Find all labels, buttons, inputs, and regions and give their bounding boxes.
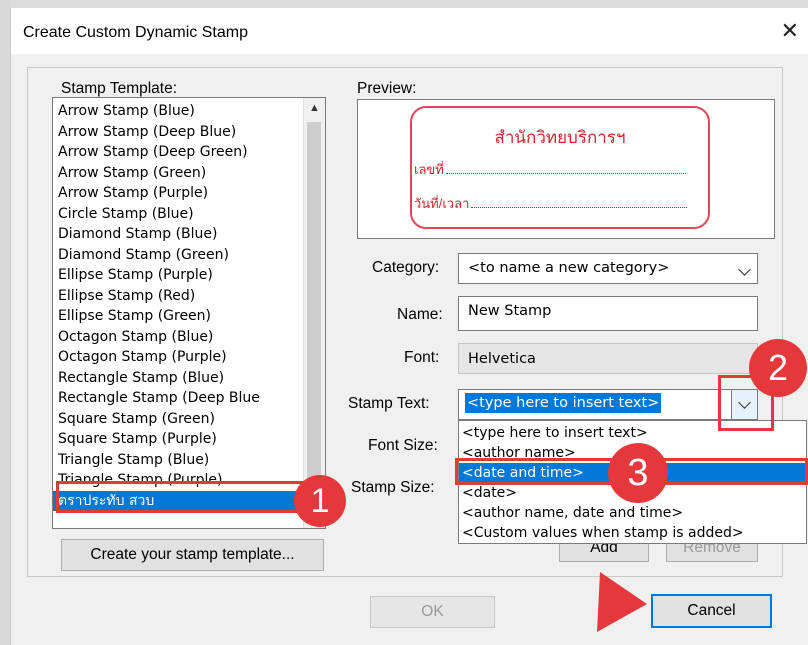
- font-label: Font:: [404, 349, 440, 366]
- stamp-template-item[interactable]: Triangle Stamp (Blue): [53, 450, 301, 471]
- stamp-preview: สำนักวิทยบริการฯ เลขที่ วันที่/เวลา: [357, 99, 775, 239]
- font-select[interactable]: Helvetica: [458, 343, 758, 374]
- stamp-line-datetime: วันที่/เวลา: [414, 193, 688, 214]
- stamp-size-label: Stamp Size:: [351, 479, 435, 496]
- stamp-text-combobox[interactable]: <type here to insert text>: [458, 389, 758, 420]
- stamp-text-option[interactable]: <author name, date and time>: [459, 503, 806, 523]
- font-value: Helvetica: [468, 351, 536, 367]
- stamp-template-item[interactable]: Arrow Stamp (Blue): [53, 101, 301, 122]
- close-icon[interactable]: ✕: [781, 20, 799, 42]
- stamp-template-list[interactable]: Arrow Stamp (Blue) Arrow Stamp (Deep Blue…: [52, 97, 326, 529]
- stamp-template-item[interactable]: Rectangle Stamp (Deep Blue: [53, 388, 301, 409]
- stamp-text-label: Stamp Text:: [348, 395, 430, 412]
- stamp-template-item[interactable]: Ellipse Stamp (Red): [53, 286, 301, 307]
- category-select[interactable]: <to name a new category>: [458, 253, 758, 284]
- stamp-template-label: Stamp Template:: [61, 80, 178, 97]
- stamp-template-item[interactable]: Circle Stamp (Blue): [53, 204, 301, 225]
- ok-button[interactable]: OK: [370, 596, 495, 628]
- name-label: Name:: [397, 306, 443, 323]
- font-size-label: Font Size:: [368, 437, 438, 454]
- stamp-text-option[interactable]: <Custom values when stamp is added>: [459, 523, 806, 543]
- name-value: New Stamp: [468, 303, 552, 319]
- callout-number-2: 2: [749, 339, 807, 397]
- stamp-template-item[interactable]: Arrow Stamp (Deep Green): [53, 142, 301, 163]
- stamp-text-value[interactable]: <type here to insert text>: [465, 393, 662, 413]
- dialog-title: Create Custom Dynamic Stamp: [23, 24, 248, 41]
- chevron-down-icon: [738, 263, 751, 276]
- callout-number-3: 3: [608, 443, 668, 503]
- callout-number-1: 1: [294, 475, 346, 527]
- stamp-line-number: เลขที่: [414, 159, 686, 180]
- stamp-template-item[interactable]: Diamond Stamp (Green): [53, 245, 301, 266]
- stamp-template-items: Arrow Stamp (Blue) Arrow Stamp (Deep Blue…: [53, 101, 301, 511]
- stamp-number-label: เลขที่: [414, 162, 444, 177]
- scroll-thumb[interactable]: [307, 122, 321, 494]
- pointer-arrow-icon: [597, 572, 647, 632]
- background-edge-left: [0, 0, 10, 645]
- stamp-template-item[interactable]: Arrow Stamp (Purple): [53, 183, 301, 204]
- stamp-template-item[interactable]: Diamond Stamp (Blue): [53, 224, 301, 245]
- name-input[interactable]: New Stamp: [458, 296, 758, 331]
- background-edge-top: [0, 0, 808, 8]
- stamp-template-item[interactable]: Rectangle Stamp (Blue): [53, 368, 301, 389]
- list-scrollbar[interactable]: ▲: [303, 98, 325, 528]
- stamp-template-item[interactable]: Square Stamp (Purple): [53, 429, 301, 450]
- cancel-button[interactable]: Cancel: [651, 594, 772, 628]
- stamp-template-item[interactable]: Octagon Stamp (Purple): [53, 347, 301, 368]
- stamp-template-item[interactable]: Ellipse Stamp (Green): [53, 306, 301, 327]
- title-bar: Create Custom Dynamic Stamp ✕: [11, 8, 808, 54]
- stamp-graphic: สำนักวิทยบริการฯ เลขที่ วันที่/เวลา: [410, 106, 710, 229]
- stamp-datetime-label: วันที่/เวลา: [414, 196, 470, 211]
- stamp-template-item[interactable]: Arrow Stamp (Deep Blue): [53, 122, 301, 143]
- category-value: <to name a new category>: [468, 260, 670, 276]
- preview-label: Preview:: [357, 80, 417, 97]
- stamp-template-item[interactable]: Ellipse Stamp (Purple): [53, 265, 301, 286]
- scroll-up-icon[interactable]: ▲: [304, 98, 325, 119]
- highlight-box-selected-template: [56, 481, 316, 513]
- stamp-template-item[interactable]: Arrow Stamp (Green): [53, 163, 301, 184]
- stamp-template-item[interactable]: Octagon Stamp (Blue): [53, 327, 301, 348]
- stamp-title-text: สำนักวิทยบริการฯ: [494, 128, 626, 147]
- stamp-template-item[interactable]: Square Stamp (Green): [53, 409, 301, 430]
- category-label: Category:: [372, 259, 440, 276]
- create-stamp-template-button[interactable]: Create your stamp template...: [61, 539, 324, 571]
